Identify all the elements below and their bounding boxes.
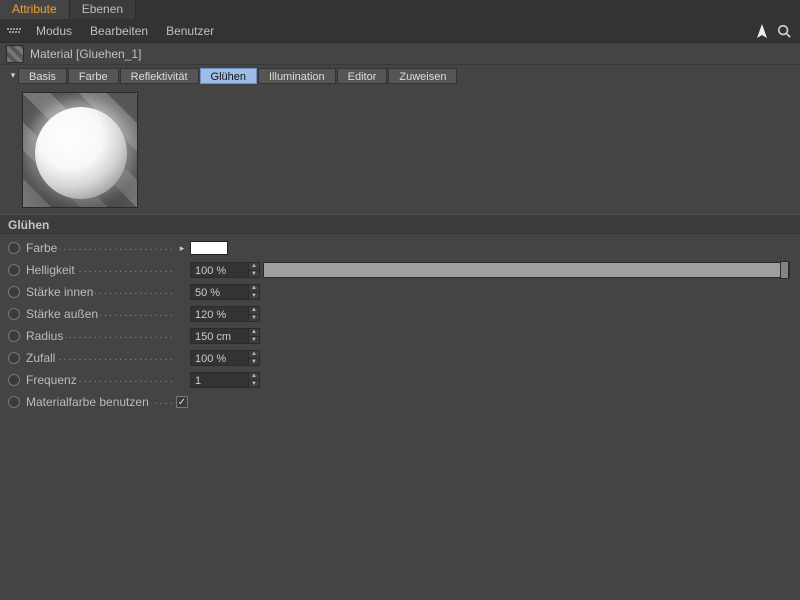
spinner[interactable]: ▲▼	[248, 372, 260, 388]
anim-dot[interactable]	[8, 264, 20, 276]
param-label: Stärke innen	[26, 285, 174, 299]
param-label: Radius	[26, 329, 174, 343]
slider-thumb[interactable]	[780, 261, 789, 279]
spinner[interactable]: ▲▼	[248, 328, 260, 344]
param-label: Stärke außen	[26, 307, 174, 321]
anim-dot[interactable]	[8, 396, 20, 408]
anim-dot[interactable]	[8, 286, 20, 298]
menu-user[interactable]: Benutzer	[158, 20, 222, 42]
param-label: Zufall	[26, 351, 174, 365]
brightness-input[interactable]: 100 %	[190, 262, 248, 278]
frequency-input[interactable]: 1	[190, 372, 248, 388]
chevron-down-icon: ▼	[249, 293, 259, 300]
chevron-up-icon: ▲	[249, 285, 259, 293]
expand-icon[interactable]: ▸	[178, 243, 186, 254]
tab-editor[interactable]: Editor	[337, 68, 388, 84]
chevron-down-icon: ▼	[249, 271, 259, 278]
object-header: Material [Gluehen_1]	[0, 43, 800, 65]
brightness-slider[interactable]	[263, 262, 790, 278]
chevron-down-icon: ▼	[249, 359, 259, 366]
param-label: Materialfarbe benutzen	[26, 395, 174, 409]
chevron-down-icon: ▼	[249, 315, 259, 322]
param-random: Zufall 100 % ▲▼	[0, 347, 800, 369]
param-label: Helligkeit	[26, 263, 174, 277]
brightness-field: 100 % ▲▼	[190, 262, 260, 278]
channel-tabs: ▾ Basis Farbe Reflektivität Glühen Illum…	[0, 65, 800, 86]
nav-up-icon[interactable]	[754, 21, 770, 41]
param-outer-strength: Stärke außen 120 % ▲▼	[0, 303, 800, 325]
spinner[interactable]: ▲▼	[248, 306, 260, 322]
search-icon[interactable]	[776, 21, 792, 41]
chevron-down-icon: ▼	[249, 381, 259, 388]
anim-dot[interactable]	[8, 242, 20, 254]
chevron-down-icon: ▼	[249, 337, 259, 344]
chevron-up-icon: ▲	[249, 351, 259, 359]
param-frequency: Frequenz 1 ▲▼	[0, 369, 800, 391]
tab-assign[interactable]: Zuweisen	[388, 68, 457, 84]
anim-dot[interactable]	[8, 308, 20, 320]
inner-input[interactable]: 50 %	[190, 284, 248, 300]
material-icon	[6, 45, 24, 63]
outer-input[interactable]: 120 %	[190, 306, 248, 322]
outer-field: 120 % ▲▼	[190, 306, 260, 322]
object-title: Material [Gluehen_1]	[30, 47, 141, 61]
param-inner-strength: Stärke innen 50 % ▲▼	[0, 281, 800, 303]
preview-area	[0, 86, 800, 214]
random-field: 100 % ▲▼	[190, 350, 260, 366]
inner-field: 50 % ▲▼	[190, 284, 260, 300]
spinner[interactable]: ▲▼	[248, 284, 260, 300]
radius-input[interactable]: 150 cm	[190, 328, 248, 344]
collapse-icon[interactable]: ▾	[8, 70, 18, 81]
param-use-material-color: Materialfarbe benutzen ✓	[0, 391, 800, 413]
anim-dot[interactable]	[8, 352, 20, 364]
frequency-field: 1 ▲▼	[190, 372, 260, 388]
random-input[interactable]: 100 %	[190, 350, 248, 366]
tab-illum[interactable]: Illumination	[258, 68, 336, 84]
param-radius: Radius 150 cm ▲▼	[0, 325, 800, 347]
param-label: Farbe	[26, 241, 174, 255]
window-tabs: Attribute Ebenen	[0, 0, 800, 19]
menu-mode[interactable]: Modus	[28, 20, 80, 42]
menubar: Modus Bearbeiten Benutzer	[0, 19, 800, 43]
spinner[interactable]: ▲▼	[248, 350, 260, 366]
param-color: Farbe ▸	[0, 237, 800, 259]
param-brightness: Helligkeit 100 % ▲▼	[0, 259, 800, 281]
material-preview[interactable]	[22, 92, 138, 208]
param-label: Frequenz	[26, 373, 174, 387]
tab-reflect[interactable]: Reflektivität	[120, 68, 199, 84]
grip-icon	[6, 23, 22, 39]
color-swatch[interactable]	[190, 241, 228, 255]
section-header: Glühen	[0, 214, 800, 234]
tab-attribute[interactable]: Attribute	[0, 0, 70, 19]
spinner[interactable]: ▲▼	[248, 262, 260, 278]
tab-color[interactable]: Farbe	[68, 68, 119, 84]
tab-basic[interactable]: Basis	[18, 68, 67, 84]
chevron-up-icon: ▲	[249, 307, 259, 315]
chevron-up-icon: ▲	[249, 373, 259, 381]
radius-field: 150 cm ▲▼	[190, 328, 260, 344]
chevron-up-icon: ▲	[249, 263, 259, 271]
tab-glow[interactable]: Glühen	[200, 68, 257, 84]
chevron-up-icon: ▲	[249, 329, 259, 337]
menu-edit[interactable]: Bearbeiten	[82, 20, 156, 42]
anim-dot[interactable]	[8, 374, 20, 386]
preview-sphere	[35, 107, 127, 199]
use-material-color-checkbox[interactable]: ✓	[176, 396, 188, 408]
tab-layers[interactable]: Ebenen	[70, 0, 136, 19]
params-panel: Farbe ▸ Helligkeit 100 % ▲▼ Stärke innen…	[0, 234, 800, 413]
anim-dot[interactable]	[8, 330, 20, 342]
